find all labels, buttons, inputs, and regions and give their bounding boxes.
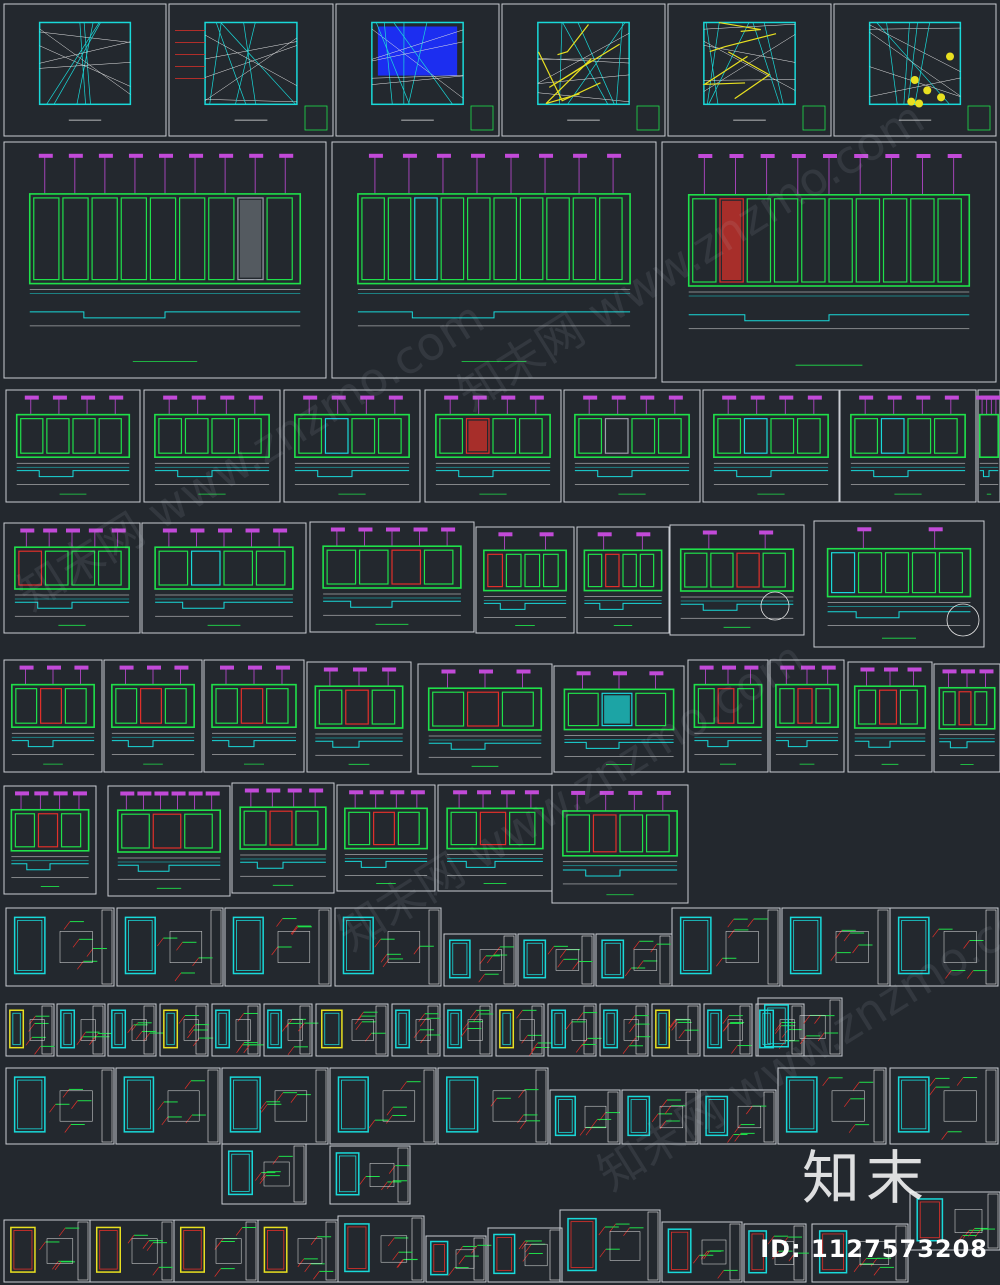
elevation-sheet — [553, 665, 685, 773]
floor-plan-sheet — [335, 3, 500, 137]
detail-sheet — [5, 1003, 55, 1057]
elevation-sheet — [103, 659, 203, 773]
detail-sheet — [221, 1143, 307, 1205]
detail-sheet — [315, 1003, 389, 1057]
floor-plan-sheet — [833, 3, 997, 137]
elevation-sheet — [231, 782, 335, 894]
detail-sheet — [651, 1003, 701, 1057]
detail-sheet — [549, 1089, 621, 1145]
detail-sheet — [56, 1003, 112, 1057]
cad-drawing-canvas — [3, 3, 1000, 1283]
detail-sheet — [107, 1003, 164, 1057]
elevation-sheet — [5, 389, 141, 503]
detail-sheet — [334, 907, 442, 987]
elevation-sheet — [475, 526, 575, 634]
detail-sheet — [329, 1145, 411, 1205]
detail-sheet — [115, 1067, 221, 1145]
detail-sheet — [595, 933, 673, 987]
elevation-sheet — [309, 521, 475, 633]
detail-sheet — [173, 1219, 259, 1283]
detail-sheet — [337, 1215, 425, 1283]
elevation-sheet — [661, 141, 997, 383]
detail-sheet — [599, 1003, 651, 1057]
detail-sheet — [211, 1003, 264, 1057]
elevation-sheet — [203, 659, 305, 773]
elevation-sheet — [576, 526, 670, 634]
brand-logo: 知末 — [801, 1144, 930, 1212]
detail-sheet — [889, 907, 999, 987]
detail-sheet — [263, 1003, 319, 1057]
detail-sheet — [224, 907, 332, 987]
id-watermark: ID: 1127573208 — [760, 1235, 988, 1263]
detail-sheet — [89, 1219, 175, 1283]
detail-sheet — [443, 933, 517, 987]
detail-sheet — [425, 1235, 492, 1283]
elevation-sheet — [3, 659, 103, 773]
elevation-sheet — [283, 389, 421, 503]
elevation-sheet — [976, 389, 1000, 503]
detail-sheet — [495, 1003, 552, 1057]
detail-sheet — [517, 933, 595, 987]
elevation-sheet — [933, 663, 1000, 773]
elevation-sheet — [813, 520, 985, 648]
elevation-sheet — [563, 389, 701, 503]
detail-sheet — [329, 1067, 437, 1145]
elevation-sheet — [3, 785, 97, 895]
elevation-sheet — [3, 522, 141, 634]
detail-sheet — [547, 1003, 602, 1057]
elevation-sheet — [839, 389, 977, 503]
elevation-sheet — [424, 389, 562, 503]
elevation-sheet — [141, 522, 307, 634]
elevation-sheet — [769, 659, 845, 773]
detail-sheet — [443, 1003, 494, 1057]
detail-sheet — [661, 1221, 743, 1283]
detail-sheet — [559, 1209, 661, 1283]
detail-sheet — [391, 1003, 441, 1057]
detail-sheet — [5, 907, 115, 987]
elevation-sheet — [702, 389, 840, 503]
floor-plan-sheet — [501, 3, 666, 137]
detail-sheet — [5, 1067, 115, 1145]
elevation-sheet — [107, 785, 231, 897]
elevation-sheet — [417, 663, 553, 775]
detail-sheet — [781, 907, 891, 987]
detail-sheet — [221, 1067, 329, 1145]
detail-sheet — [487, 1227, 563, 1283]
elevation-sheet — [669, 524, 805, 636]
floor-plan-sheet — [667, 3, 832, 137]
floor-plan-sheet — [3, 3, 167, 137]
elevation-sheet — [551, 784, 689, 904]
detail-sheet — [703, 1003, 753, 1057]
detail-sheet — [671, 907, 781, 987]
elevation-sheet — [336, 784, 436, 892]
detail-sheet — [159, 1003, 214, 1057]
elevation-sheet — [687, 659, 769, 773]
detail-sheet — [116, 907, 224, 987]
elevation-sheet — [331, 141, 657, 379]
detail-sheet — [755, 1003, 805, 1057]
detail-sheet — [621, 1089, 699, 1145]
elevation-sheet — [306, 661, 412, 773]
elevation-sheet — [847, 661, 933, 773]
elevation-sheet — [3, 141, 327, 379]
elevation-sheet — [437, 784, 553, 892]
floor-plan-sheet — [168, 3, 334, 137]
detail-sheet — [699, 1089, 777, 1145]
detail-sheet — [257, 1219, 339, 1283]
detail-sheet — [437, 1067, 549, 1145]
elevation-sheet — [143, 389, 281, 503]
detail-sheet — [3, 1219, 91, 1283]
